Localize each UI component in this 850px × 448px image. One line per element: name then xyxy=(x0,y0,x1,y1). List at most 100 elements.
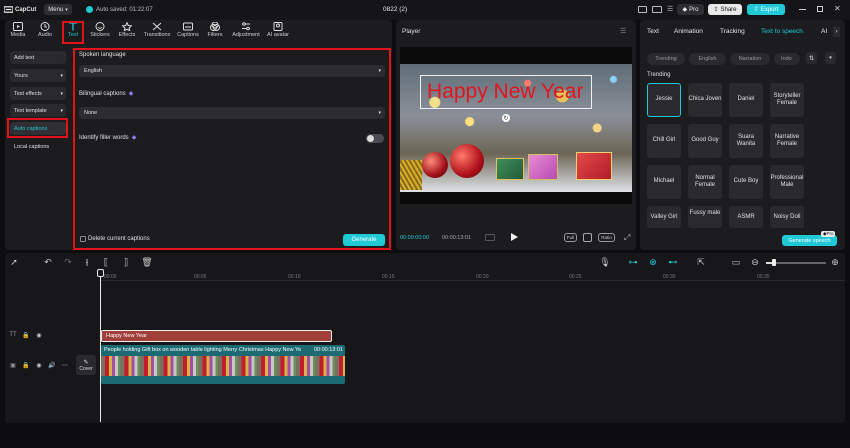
link-main-track-icon[interactable]: ⊶ xyxy=(627,257,639,267)
video-preview[interactable]: Happy New Year ↻ xyxy=(400,47,632,204)
minimize-icon[interactable] xyxy=(799,9,806,10)
zoom-slider-handle[interactable] xyxy=(772,259,776,266)
tab-text-to-speech[interactable]: Text to speech xyxy=(761,28,803,35)
text-overlay-box[interactable]: Happy New Year xyxy=(420,75,592,109)
voice-narrative-female[interactable]: Narrative Female xyxy=(770,124,804,158)
toolbar-media[interactable]: Media xyxy=(8,22,28,42)
link-icon[interactable]: ⊷ xyxy=(667,257,679,267)
video-clip-header: People holding Gift box on wooden table … xyxy=(104,347,343,353)
cover-button[interactable]: ✎ Cover xyxy=(76,355,96,375)
sidebar-item-local-captions[interactable]: Local captions xyxy=(10,140,66,153)
voice-noisy-doll[interactable]: Noisy Doll xyxy=(770,206,804,228)
close-icon[interactable]: ✕ xyxy=(834,4,841,13)
lock-icon[interactable]: 🔒 xyxy=(22,331,30,339)
rotate-icon[interactable]: ↻ xyxy=(502,114,510,122)
ruler-label: 00:20 xyxy=(476,274,489,280)
sidebar-item-add-text[interactable]: Add text xyxy=(10,51,66,64)
filter-chip-indo[interactable]: Indo xyxy=(774,53,800,65)
zoom-out-icon[interactable]: ⊖ xyxy=(750,257,760,267)
voice-fussy-male[interactable]: Fussy male xyxy=(688,206,722,228)
lock-icon[interactable]: 🔒 xyxy=(22,361,30,369)
select-tool-icon[interactable]: ➚ xyxy=(9,257,19,267)
ratio-button[interactable]: Ratio xyxy=(598,233,615,242)
fullscreen-icon[interactable]: ⤢ xyxy=(624,233,630,243)
voice-valley-girl[interactable]: Valley Girl xyxy=(647,206,681,228)
eye-icon[interactable]: ◉ xyxy=(35,361,43,369)
zoom-in-icon[interactable]: ⊕ xyxy=(830,257,840,267)
playhead-handle[interactable] xyxy=(97,269,104,277)
sidebar-item-text-effects[interactable]: Text effects ▾ xyxy=(10,87,66,100)
tab-ai[interactable]: AI xyxy=(821,28,827,35)
spoken-language-select[interactable]: English ▾ xyxy=(79,65,385,77)
toolbar-adjustment[interactable]: Adjustment xyxy=(230,22,262,42)
undo-icon[interactable]: ↶ xyxy=(43,257,53,267)
filter-dropdown-icon[interactable]: ▾ xyxy=(825,52,836,64)
preview-axis-icon[interactable]: ⇱ xyxy=(694,257,708,267)
voice-jessie[interactable]: Jessie xyxy=(647,83,681,117)
maximize-icon[interactable] xyxy=(817,6,823,12)
toolbar-audio[interactable]: Audio xyxy=(35,22,55,42)
play-button[interactable] xyxy=(511,233,518,241)
filter-chip-english[interactable]: English xyxy=(689,53,726,65)
magnet-icon[interactable]: ⊗ xyxy=(647,257,659,267)
filter-chip-narration[interactable]: Narration xyxy=(730,53,770,65)
generate-button[interactable]: Generate xyxy=(343,234,385,246)
voice-cute-boy[interactable]: Cute Boy xyxy=(729,165,763,199)
toolbar-transitions[interactable]: Transitions xyxy=(142,22,172,42)
voice-professional-male[interactable]: Professional Male xyxy=(770,165,804,199)
toolbar-effects[interactable]: Effects xyxy=(116,22,138,42)
timeline-view-icon[interactable] xyxy=(485,234,495,241)
player-menu-icon[interactable]: ☰ xyxy=(620,27,626,35)
sidebar-item-auto-captions[interactable]: Auto captions xyxy=(10,122,66,135)
screenshot-icon[interactable] xyxy=(583,233,592,242)
filter-sort-icon[interactable]: ⇅ xyxy=(806,52,817,64)
tab-animation[interactable]: Animation xyxy=(674,28,703,35)
share-button[interactable]: ⇪ Share xyxy=(708,4,742,15)
redo-icon[interactable]: ↷ xyxy=(63,257,73,267)
audio-mute-icon[interactable]: 🔊 xyxy=(48,361,56,369)
bilingual-captions-select[interactable]: None ▾ xyxy=(79,107,385,119)
voice-chill-girl[interactable]: Chill Girl xyxy=(647,124,681,158)
chevron-right-icon[interactable]: › xyxy=(833,27,840,37)
split-icon[interactable]: ⫲ xyxy=(82,257,92,267)
voice-normal-female[interactable]: Normal Female xyxy=(688,165,722,199)
more-icon[interactable]: ⋯ xyxy=(61,361,69,369)
eye-icon[interactable]: ◉ xyxy=(35,331,43,339)
tab-text[interactable]: Text xyxy=(647,28,659,35)
voice-storyteller-female[interactable]: Storyteller Female xyxy=(770,83,804,117)
layout-icon[interactable] xyxy=(638,6,647,13)
voice-chica-joven[interactable]: Chica Joven xyxy=(688,83,722,117)
voice-asmr[interactable]: ASMR xyxy=(729,206,763,228)
menu-button[interactable]: Menu ▾ xyxy=(44,4,72,15)
filter-chip-trending[interactable]: Trending xyxy=(647,53,685,65)
export-button[interactable]: ⇧ Export xyxy=(747,4,785,15)
voice-suara-wanita[interactable]: Suara Wanita xyxy=(729,124,763,158)
split-right-icon[interactable]: ⟧ xyxy=(121,257,131,267)
delete-icon[interactable]: 🗑 xyxy=(141,257,152,267)
sidebar-item-yours[interactable]: Yours ▾ xyxy=(10,69,66,82)
ruler-label: 00:30 xyxy=(663,274,676,280)
caption-icon[interactable]: ▭ xyxy=(730,257,742,267)
overlay-text: Happy New Year xyxy=(427,80,584,103)
tab-tracking[interactable]: Tracking xyxy=(720,28,745,35)
video-clip[interactable]: People holding Gift box on wooden table … xyxy=(101,345,345,384)
toolbar-stickers[interactable]: Stickers xyxy=(88,22,112,42)
toolbar-ai-avatar[interactable]: AI avatar xyxy=(265,22,291,42)
zoom-slider[interactable] xyxy=(766,259,826,266)
toolbar-text[interactable]: Text xyxy=(63,22,83,42)
filler-words-toggle[interactable] xyxy=(366,134,384,143)
keyboard-icon[interactable] xyxy=(652,6,662,13)
pro-badge[interactable]: ◆ Pro xyxy=(677,4,704,15)
voice-michael[interactable]: Michael xyxy=(647,165,681,199)
ruler-label: 00:15 xyxy=(382,274,395,280)
split-left-icon[interactable]: ⟦ xyxy=(101,257,111,267)
full-button[interactable]: Full xyxy=(564,233,577,242)
microphone-icon[interactable]: 🎙 xyxy=(599,257,610,267)
sidebar-item-text-template[interactable]: Text template ▾ xyxy=(10,104,66,117)
voice-daniel[interactable]: Daniel xyxy=(729,83,763,117)
delete-captions-checkbox[interactable] xyxy=(80,236,86,242)
toolbar-filters[interactable]: Filters xyxy=(205,22,225,42)
text-clip[interactable]: Happy New Year xyxy=(101,330,332,342)
voice-good-guy[interactable]: Good Guy xyxy=(688,124,722,158)
toolbar-captions[interactable]: Captions xyxy=(175,22,201,42)
